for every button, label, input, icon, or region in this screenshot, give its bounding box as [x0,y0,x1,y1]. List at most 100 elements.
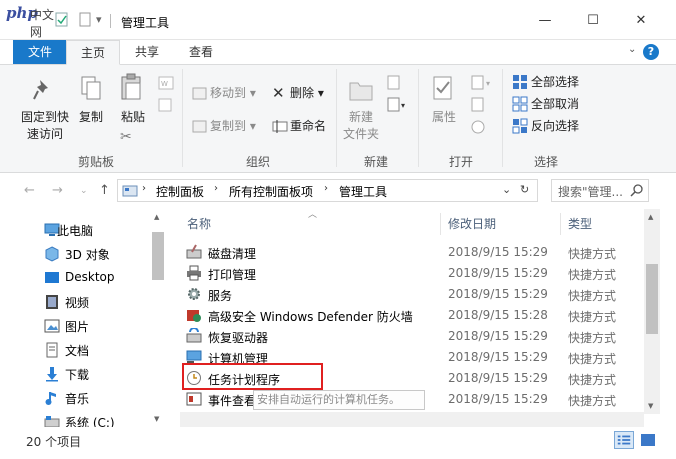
select-all-button[interactable]: 全部选择 [531,72,579,92]
watermark-logo: php 中文网 [6,4,62,39]
file-row[interactable]: 服务 2018/9/15 15:29 快捷方式 [182,284,645,305]
properties-button[interactable]: 属性 [426,109,462,126]
new-item-icon[interactable] [386,75,402,91]
scroll-up-icon[interactable]: ▲ [154,213,159,221]
history-icon[interactable] [470,119,486,135]
highlight-box [182,363,323,390]
easy-access-icon[interactable]: ▾ [386,97,410,113]
tab-file[interactable]: 文件 [13,40,67,64]
file-date: 2018/9/15 15:29 [448,245,548,259]
copy-button[interactable]: 复制 [74,109,108,126]
rename-button[interactable]: 重命名 [290,116,326,136]
file-list-scrollbar[interactable]: ▲ ▼ [644,209,660,414]
nav-item-this-pc[interactable]: 此电脑 [0,218,150,242]
services-icon [188,288,200,300]
forward-button[interactable]: → [52,183,63,198]
group-separator [502,69,503,167]
invert-selection-icon [512,118,528,134]
scroll-up-icon[interactable]: ▲ [648,213,653,221]
edit-icon[interactable] [470,97,486,113]
organize-group-label: 组织 [245,155,270,169]
column-separator[interactable] [560,213,561,235]
column-separator[interactable] [440,213,441,235]
properties-icon [433,76,452,100]
group-separator [336,69,337,167]
paste-button[interactable]: 粘贴 [116,109,150,126]
scroll-down-icon[interactable]: ▼ [648,402,653,410]
nav-item-pictures[interactable]: 图片 [0,314,150,338]
minimize-button[interactable]: — [530,10,560,32]
title-separator [110,14,111,28]
large-icons-view-icon[interactable] [638,431,658,449]
breadcrumb-all-items[interactable]: 所有控制面板项 [229,183,313,200]
close-button[interactable]: ✕ [626,10,656,32]
breadcrumb-separator[interactable]: › [142,183,146,194]
tab-home[interactable]: 主页 [66,40,120,65]
nav-scrollbar[interactable]: ▲ ▼ [150,209,166,427]
breadcrumb-separator[interactable]: › [324,183,328,194]
new-folder-quick-icon[interactable] [79,12,91,28]
search-input[interactable]: 搜索"管理... [558,183,623,200]
file-row[interactable]: 磁盘清理 2018/9/15 15:29 快捷方式 [182,242,645,263]
select-none-button[interactable]: 全部取消 [531,94,579,114]
nav-label: 下载 [65,368,90,382]
file-list-scroll-thumb[interactable] [646,264,658,334]
tab-share[interactable]: 共享 [122,40,172,65]
copy-to-button[interactable]: 复制到 ▾ [210,116,256,136]
nav-label: 图片 [65,320,90,334]
tab-view[interactable]: 查看 [176,40,226,65]
breadcrumb-control-panel[interactable]: 控制面板 [156,183,204,200]
column-header-name[interactable]: 名称 [187,215,211,232]
control-panel-icon [122,185,138,197]
file-date: 2018/9/15 15:28 [448,308,548,322]
new-folder-button[interactable]: 新建 文件夹 [340,109,382,143]
pin-quick-access-button[interactable]: 固定到快 速访问 [14,109,76,143]
disk-cleanup-icon [186,244,202,259]
delete-button[interactable]: 删除 ▾ [290,83,324,103]
customize-quick-access-icon[interactable]: ▾ [96,13,102,29]
breadcrumb-admin-tools[interactable]: 管理工具 [339,183,387,200]
file-row[interactable]: 恢复驱动器 2018/9/15 15:29 快捷方式 [182,326,645,347]
details-view-icon[interactable] [614,431,634,449]
file-row[interactable]: 打印管理 2018/9/15 15:29 快捷方式 [182,263,645,284]
search-box[interactable]: 搜索"管理... [551,179,649,202]
refresh-icon[interactable]: ↻ [520,183,529,196]
nav-item-downloads[interactable]: 下载 [0,362,150,386]
back-button[interactable]: ← [24,183,35,198]
event-viewer-icon [186,392,202,406]
paste-shortcut-icon[interactable] [158,97,174,113]
move-to-button[interactable]: 移动到 ▾ [210,83,256,103]
cut-icon[interactable]: ✂ [120,129,132,145]
column-header-date[interactable]: 修改日期 [448,215,496,232]
open-icon[interactable]: ▾ [470,75,498,91]
nav-item-desktop[interactable]: Desktop [0,266,150,290]
horizontal-scrollbar[interactable] [180,412,644,427]
address-dropdown-icon[interactable]: ⌄ [502,183,511,196]
new-group-label: 新建 [363,155,388,169]
nav-item-videos[interactable]: 视频 [0,290,150,314]
properties-quick-icon[interactable] [55,12,69,28]
open-group-label: 打开 [448,155,473,169]
search-icon[interactable] [630,184,644,198]
recovery-drive-icon [186,328,202,343]
nav-scroll-thumb[interactable] [152,232,164,280]
3d-objects-icon [45,246,59,262]
nav-item-3d-objects[interactable]: 3D 对象 [0,242,150,266]
new-folder-icon [349,82,373,101]
nav-item-music[interactable]: 音乐 [0,386,150,410]
breadcrumb-separator[interactable]: › [214,183,218,194]
column-header-type[interactable]: 类型 [568,215,592,232]
file-row[interactable]: 高级安全 Windows Defender 防火墙 2018/9/15 15:2… [182,305,645,326]
nav-item-documents[interactable]: 文档 [0,338,150,362]
help-icon[interactable]: ? [643,44,659,60]
address-bar[interactable]: › 控制面板 › 所有控制面板项 › 管理工具 ⌄ ↻ [117,179,538,202]
window-title: 管理工具 [121,16,170,30]
expand-ribbon-icon[interactable]: ⌄ [628,44,636,55]
scroll-down-icon[interactable]: ▼ [154,415,159,423]
group-separator [418,69,419,167]
invert-selection-button[interactable]: 反向选择 [531,116,579,136]
copy-path-icon[interactable]: W [158,75,174,91]
recent-locations-icon[interactable]: ⌄ [80,186,88,196]
maximize-button[interactable]: ☐ [578,10,608,32]
up-button[interactable]: ↑ [99,183,110,198]
